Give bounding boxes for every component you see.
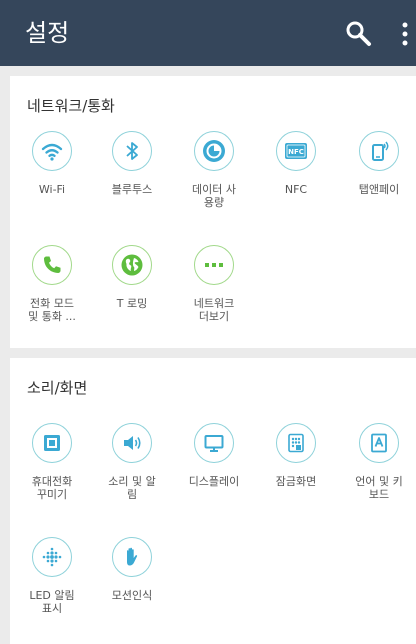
setting-tap-pay[interactable]: 탭앤페이: [341, 131, 416, 196]
page-title: 설정: [25, 19, 70, 47]
setting-nfc[interactable]: NFC NFC: [258, 131, 334, 196]
setting-label: 모션인식: [111, 589, 153, 602]
nfc-icon: NFC: [276, 131, 316, 171]
bluetooth-icon: [112, 131, 152, 171]
led-icon: [32, 537, 72, 577]
hand-motion-icon: [112, 537, 152, 577]
setting-data-usage[interactable]: 데이터 사 용량: [176, 131, 252, 209]
setting-label: 전화 모드 및 통화 ...: [28, 297, 76, 323]
phone-icon: [32, 245, 72, 285]
setting-label: 탭앤페이: [358, 183, 400, 196]
setting-lock-screen[interactable]: 잠금화면: [258, 423, 334, 488]
lock-screen-icon: [276, 423, 316, 463]
theme-icon: [32, 423, 72, 463]
setting-label: 네트워크 더보기: [193, 297, 235, 323]
setting-theme[interactable]: 휴대전화 꾸미기: [14, 423, 90, 501]
setting-language[interactable]: 언어 및 키 보드: [341, 423, 416, 501]
setting-t-roaming[interactable]: T 로밍: [94, 245, 170, 310]
search-icon[interactable]: [344, 19, 374, 49]
setting-wifi[interactable]: Wi-Fi: [14, 131, 90, 196]
wifi-icon: [32, 131, 72, 171]
setting-label: LED 알림 표시: [29, 589, 75, 615]
setting-label: T 로밍: [116, 297, 148, 310]
setting-display[interactable]: 디스플레이: [176, 423, 252, 488]
tap-pay-icon: [359, 131, 399, 171]
setting-label: 데이터 사 용량: [192, 183, 236, 209]
setting-sound[interactable]: 소리 및 알 림: [94, 423, 170, 501]
speaker-icon: [112, 423, 152, 463]
language-icon: [359, 423, 399, 463]
setting-call-mode[interactable]: 전화 모드 및 통화 ...: [14, 245, 90, 323]
app-bar: 설정: [0, 0, 416, 66]
section-network: 네트워크/통화 Wi-Fi 블루투스 데이터 사 용량 NFC NFC 탭앤페이…: [10, 76, 416, 348]
setting-label: NFC: [284, 183, 308, 196]
setting-led[interactable]: LED 알림 표시: [14, 537, 90, 615]
setting-bluetooth[interactable]: 블루투스: [94, 131, 170, 196]
data-usage-icon: [194, 131, 234, 171]
more-dots-icon: [194, 245, 234, 285]
more-vert-icon[interactable]: [398, 19, 412, 49]
section-sound-display: 소리/화면 휴대전화 꾸미기 소리 및 알 림 디스플레이 잠금화면 언어 및 …: [10, 358, 416, 644]
svg-text:NFC: NFC: [288, 148, 304, 156]
setting-label: Wi-Fi: [38, 183, 66, 196]
setting-label: 언어 및 키 보드: [355, 475, 403, 501]
setting-label: 휴대전화 꾸미기: [31, 475, 73, 501]
setting-label: 블루투스: [111, 183, 153, 196]
setting-motion[interactable]: 모션인식: [94, 537, 170, 602]
section-title-sound-display: 소리/화면: [27, 379, 88, 397]
setting-more-networks[interactable]: 네트워크 더보기: [176, 245, 252, 323]
setting-label: 잠금화면: [275, 475, 317, 488]
monitor-icon: [194, 423, 234, 463]
setting-label: 소리 및 알 림: [108, 475, 156, 501]
section-title-network: 네트워크/통화: [27, 97, 115, 115]
globe-icon: [112, 245, 152, 285]
setting-label: 디스플레이: [188, 475, 240, 488]
